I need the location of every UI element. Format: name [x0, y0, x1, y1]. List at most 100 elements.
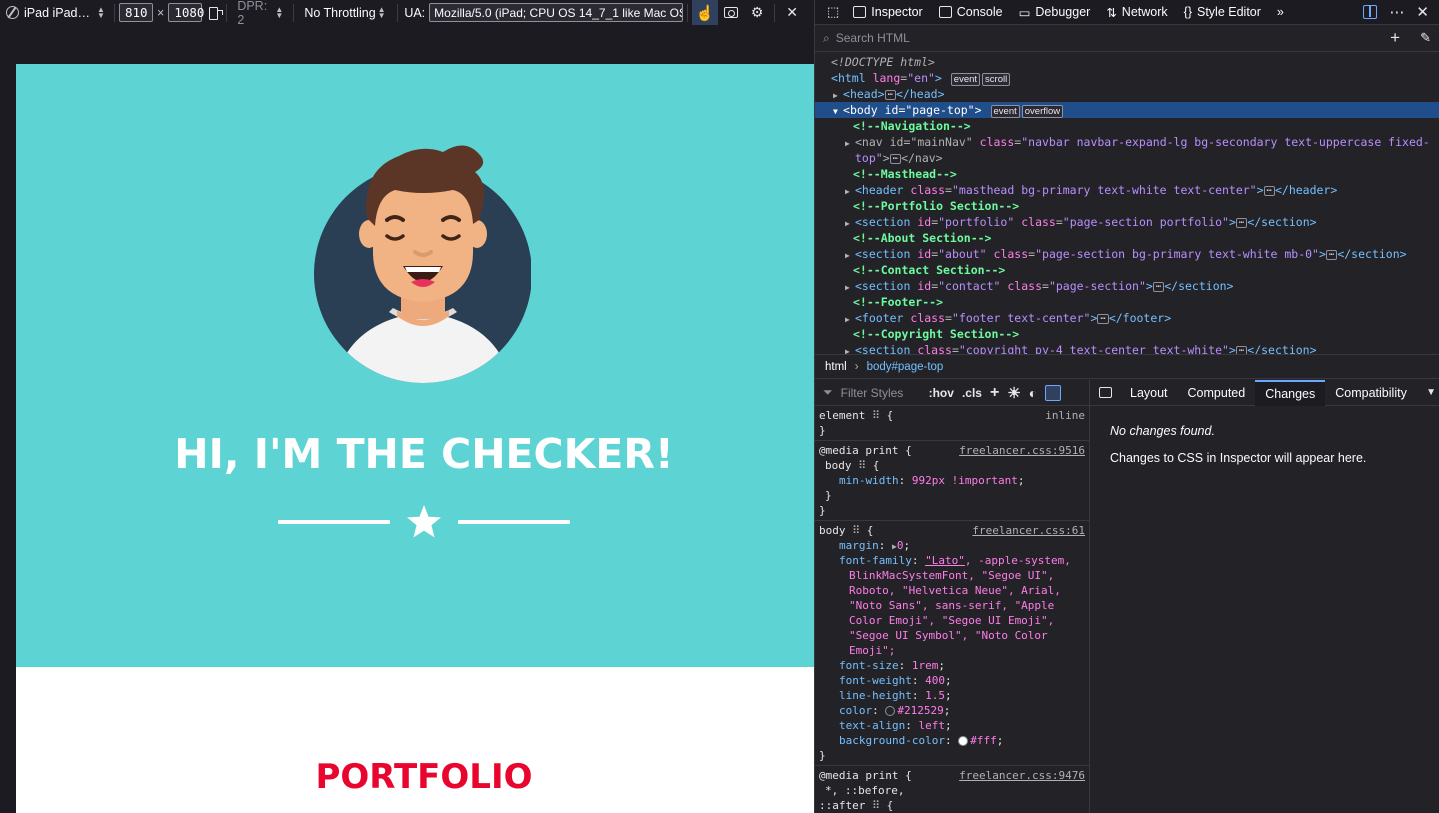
collapsed-ellipsis[interactable]: ⋯ — [1235, 345, 1248, 354]
viewport-height-input[interactable]: 1080 — [168, 3, 204, 22]
markup-row[interactable]: <!--Masthead--> — [815, 166, 1439, 182]
tab-computed[interactable]: Computed — [1178, 380, 1256, 406]
property-value[interactable]: #212529 — [897, 704, 943, 717]
markup-row[interactable]: <!--Copyright Section--> — [815, 326, 1439, 342]
print-media-icon[interactable] — [1045, 384, 1062, 401]
collapsed-ellipsis[interactable]: ⋯ — [1097, 313, 1109, 324]
property-name[interactable]: font-family — [839, 554, 912, 567]
breadcrumb-body[interactable]: body#page-top — [867, 361, 944, 373]
side-panel-tabs: Layout Computed Changes Compatibility ▼ — [1090, 379, 1439, 406]
tab-style-editor[interactable]: {} Style Editor — [1176, 0, 1269, 25]
markup-row[interactable]: <!--Contact Section--> — [815, 262, 1439, 278]
property-name[interactable]: color — [839, 704, 872, 717]
toggle-sidebar-button[interactable] — [1090, 387, 1120, 398]
property-value[interactable]: 1.5 — [925, 689, 945, 702]
responsive-mode-icon[interactable] — [1363, 5, 1378, 19]
property-value[interactable]: 992px !important — [912, 474, 1018, 487]
screenshot-button[interactable] — [718, 0, 744, 25]
property-value[interactable]: "Lato" — [925, 554, 965, 567]
tab-compatibility[interactable]: Compatibility — [1325, 380, 1417, 406]
scroll-badge[interactable]: scroll — [982, 73, 1011, 86]
more-tools-button[interactable]: » — [1269, 0, 1292, 25]
dark-scheme-icon[interactable]: ◐ — [1029, 385, 1037, 401]
property-name[interactable]: background-color — [839, 734, 945, 747]
tab-inspector[interactable]: Inspector — [845, 0, 930, 25]
search-html-input[interactable]: Search HTML — [836, 31, 910, 45]
devtools-toolbar-right: ⋯ ✕ — [1363, 3, 1439, 21]
cls-toggle[interactable]: .cls — [962, 386, 982, 400]
attr-value: "mainNav" — [910, 135, 973, 149]
property-value[interactable]: left — [918, 719, 945, 732]
tab-changes[interactable]: Changes — [1255, 379, 1326, 406]
property-name[interactable]: line-height — [839, 689, 912, 702]
dpr-selector[interactable]: DPR: 2 ▲ ▼ — [231, 0, 289, 27]
property-value[interactable]: #fff — [970, 734, 997, 747]
touch-simulation-button[interactable]: ☝ — [692, 0, 719, 25]
network-throttling-selector[interactable]: No Throttling ▲ ▼ — [298, 5, 393, 20]
markup-row[interactable]: <!--Navigation--> — [815, 118, 1439, 134]
tab-network[interactable]: ⇅ Network — [1098, 0, 1175, 25]
property-name[interactable]: min-width — [839, 474, 899, 487]
device-selector[interactable]: iPad iPad… ▲ ▼ — [0, 5, 110, 20]
collapsed-ellipsis[interactable]: ⋯ — [1235, 217, 1248, 228]
throttling-label: No Throttling — [304, 5, 376, 20]
rdm-settings-button[interactable]: ⚙ — [744, 0, 770, 25]
add-node-icon[interactable]: + — [1390, 28, 1400, 48]
rule-source-link[interactable]: freelancer.css:9476 — [959, 768, 1085, 783]
property-name[interactable]: font-weight — [839, 674, 912, 687]
chevron-down-icon[interactable]: ▼ — [1426, 387, 1439, 398]
rule-source-link[interactable]: freelancer.css:61 — [972, 523, 1085, 538]
rotate-viewport-icon[interactable] — [208, 6, 224, 20]
event-badge[interactable]: event — [990, 105, 1020, 118]
property-value[interactable]: 400 — [925, 674, 945, 687]
collapsed-ellipsis[interactable]: ⋯ — [1325, 249, 1338, 260]
close-devtools-icon[interactable]: ✕ — [1416, 3, 1429, 21]
collapsed-ellipsis[interactable]: ⋯ — [889, 153, 902, 164]
markup-row[interactable]: ▶ <section id="portfolio" class="page-sec… — [815, 214, 1439, 230]
markup-row[interactable]: <!DOCTYPE html> — [815, 54, 1439, 70]
markup-row[interactable]: ▶ <nav id="mainNav" class="navbar navbar-… — [815, 134, 1439, 150]
property-value[interactable]: 1rem — [912, 659, 939, 672]
property-value[interactable]: 0 — [897, 539, 904, 552]
tab-debugger[interactable]: ▭ Debugger — [1011, 0, 1099, 25]
more-options-icon[interactable]: ⋯ — [1389, 3, 1404, 21]
close-rdm-button[interactable]: ✕ — [779, 0, 805, 25]
collapsed-ellipsis[interactable]: ⋯ — [1263, 185, 1275, 196]
hov-toggle[interactable]: :hov — [929, 386, 954, 400]
property-name[interactable]: font-size — [839, 659, 899, 672]
property-value[interactable]: , -apple-system, — [965, 554, 1071, 567]
markup-row[interactable]: ▶ <footer class="footer text-center"> ⋯ </f… — [815, 310, 1439, 326]
viewport-width-input[interactable]: 810 — [119, 3, 153, 22]
breadcrumb-html[interactable]: html — [825, 361, 847, 373]
user-agent-input[interactable]: Mozilla/5.0 (iPad; CPU OS 14_7_1 like Ma… — [429, 3, 684, 22]
markup-row[interactable]: ▶ <section class="copyright py-4 text-cen… — [815, 342, 1439, 354]
collapsed-ellipsis[interactable]: ⋯ — [1152, 281, 1165, 292]
markup-row[interactable]: <!--Footer--> — [815, 294, 1439, 310]
markup-row[interactable]: top"> ⋯ </nav> — [815, 150, 1439, 166]
filter-styles-input[interactable]: Filter Styles — [841, 386, 921, 400]
eyedropper-icon[interactable]: ✎ — [1420, 30, 1431, 46]
markup-row-selected[interactable]: ▼ <body id="page-top"> event overflow — [815, 102, 1439, 118]
color-swatch[interactable] — [958, 736, 969, 746]
collapsed-ellipsis[interactable]: ⋯ — [884, 89, 896, 100]
expand-arrow-icon[interactable]: ▶ — [845, 344, 855, 354]
add-rule-icon[interactable]: + — [990, 384, 999, 402]
markup-row[interactable]: ▶ <header class="masthead bg-primary text… — [815, 182, 1439, 198]
rule-source-link[interactable]: freelancer.css:9516 — [959, 443, 1085, 458]
markup-row[interactable]: ▶ <section id="about" class="page-section… — [815, 246, 1439, 262]
color-swatch[interactable] — [885, 706, 896, 716]
markup-row[interactable]: <html lang="en"> event scroll — [815, 70, 1439, 86]
overflow-badge[interactable]: overflow — [1021, 105, 1064, 118]
markup-row[interactable]: ▶ <head> ⋯ </head> — [815, 86, 1439, 102]
property-name[interactable]: margin — [839, 539, 879, 552]
event-badge[interactable]: event — [950, 73, 981, 86]
markup-row[interactable]: ▶ <section id="contact" class="page-secti… — [815, 278, 1439, 294]
markup-row[interactable]: <!--About Section--> — [815, 230, 1439, 246]
element-picker-button[interactable]: ⬚ — [821, 0, 845, 25]
property-name[interactable]: text-align — [839, 719, 905, 732]
light-scheme-icon[interactable]: ☀ — [1007, 384, 1020, 402]
tab-layout[interactable]: Layout — [1120, 380, 1178, 406]
markup-row[interactable]: <!--Portfolio Section--> — [815, 198, 1439, 214]
tab-console[interactable]: Console — [931, 0, 1011, 25]
attr-value: "navbar navbar-expand-lg bg-secondary te… — [1021, 135, 1430, 149]
